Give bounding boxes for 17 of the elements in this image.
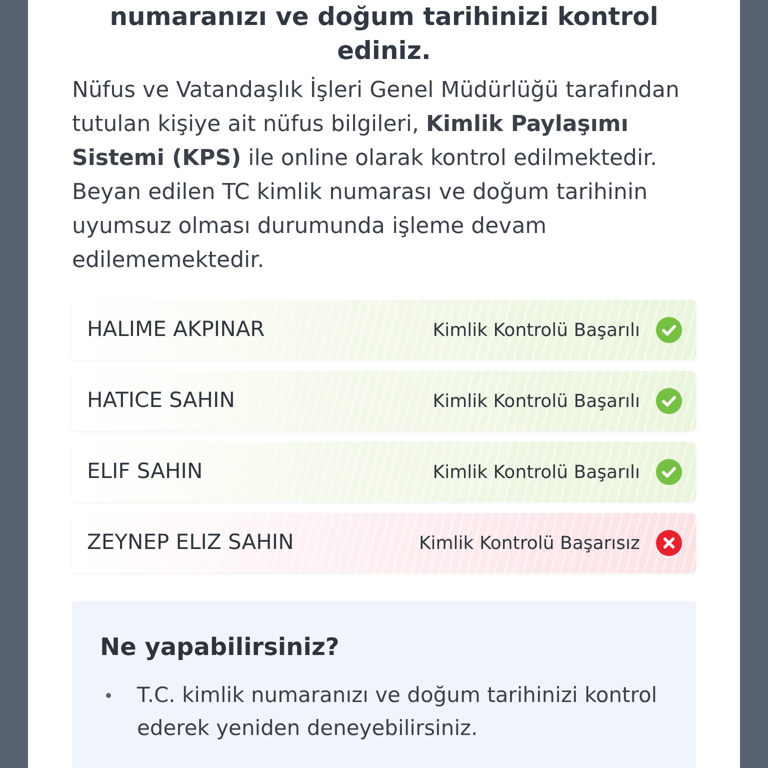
bullet-icon — [106, 693, 111, 698]
status-label: Kimlik Kontrolü Başarılı — [432, 318, 640, 342]
status-label: Kimlik Kontrolü Başarılı — [432, 390, 640, 414]
person-name: ZEYNEP ELIZ SAHIN — [87, 529, 294, 556]
person-name: HATICE SAHIN — [87, 387, 235, 414]
status-label: Kimlik Kontrolü Başarılı — [432, 460, 640, 484]
help-heading: Ne yapabilirsiniz? — [100, 632, 340, 663]
check-circle-icon — [656, 388, 682, 414]
check-circle-icon — [656, 317, 682, 343]
person-name: ELIF SAHIN — [87, 458, 203, 486]
help-text: T.C. kimlik numaranızı ve doğum tarihinizi kontrol ederek yeniden deneyebilirsiniz. — [137, 682, 658, 742]
check-circle-icon — [656, 459, 682, 485]
x-circle-icon — [656, 530, 682, 556]
info-paragraph: Nüfus ve Vatandaşlık İşleri Genel Müdürlüğü tarafından tutulan kişiye ait nüfus bilgileri, Kimlik Paylaşımı Sistemi (KPS) ile online olarak kontrol edilmektedir. Beyan edilen TC kimlik numarası ve doğum tarihinin uyumsuz olması durumunda işleme devam edilememektedir. — [72, 76, 680, 275]
person-name: HALIME AKPINAR — [87, 316, 265, 344]
page-heading: numaranızı ve doğum tarihinizi kontrol ediniz. — [108, 1, 660, 67]
status-label: Kimlik Kontrolü Başarısız — [418, 532, 640, 556]
